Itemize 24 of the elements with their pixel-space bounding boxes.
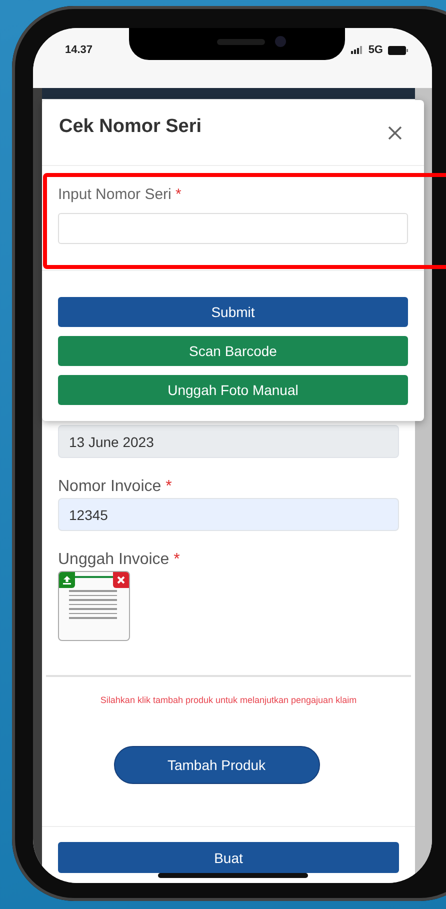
upload-button[interactable] bbox=[59, 572, 75, 588]
hint-text: Silahkan klik tambah produk untuk melanjutkan pengajuan klaim bbox=[99, 695, 358, 705]
add-product-button[interactable]: Tambah Produk bbox=[114, 746, 320, 784]
field-label: Unggah Invoice bbox=[58, 551, 170, 568]
action-button[interactable]: Unggah Foto Manual bbox=[58, 375, 408, 405]
action-button[interactable]: Scan Barcode bbox=[58, 336, 408, 366]
required-mark: * bbox=[174, 551, 180, 568]
battery-icon bbox=[388, 46, 408, 54]
submit-button[interactable]: Submit bbox=[58, 297, 408, 327]
create-button[interactable]: Buat bbox=[58, 842, 399, 873]
close-icon bbox=[388, 126, 402, 140]
modal-title: Cek Nomor Seri bbox=[59, 116, 202, 138]
required-mark: * bbox=[166, 478, 172, 495]
status-time: 14.37 bbox=[65, 44, 93, 56]
field-label: Nomor Invoice bbox=[58, 478, 162, 495]
network-label: 5G bbox=[368, 44, 383, 56]
required-mark: * bbox=[176, 186, 182, 203]
invoice-number-field[interactable]: 12345 bbox=[58, 498, 399, 531]
signal-icon bbox=[351, 46, 364, 54]
remove-button[interactable] bbox=[113, 572, 129, 588]
field-label: Input Nomor Seri bbox=[58, 186, 172, 203]
serial-number-field[interactable] bbox=[58, 213, 408, 244]
upload-icon bbox=[62, 575, 72, 585]
close-icon bbox=[117, 576, 125, 584]
